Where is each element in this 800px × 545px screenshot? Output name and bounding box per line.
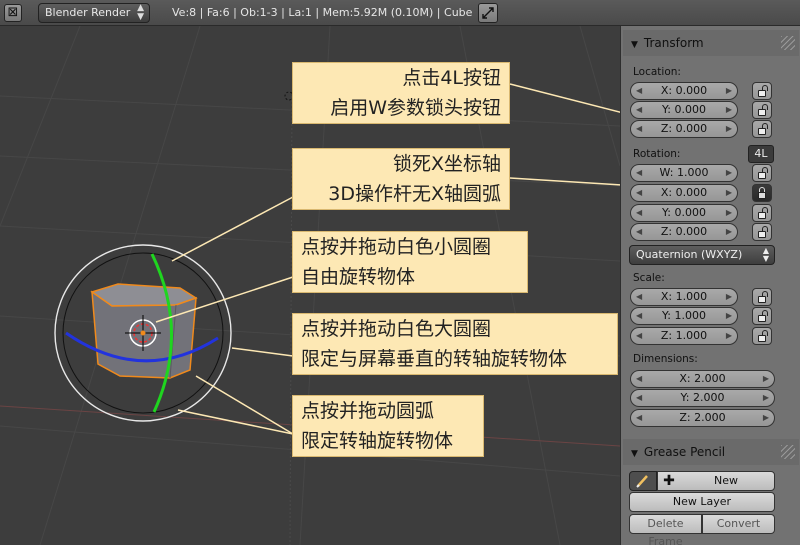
- panel-title: Grease Pencil: [643, 445, 726, 459]
- plus-icon: ✚: [663, 473, 675, 489]
- location-z-field[interactable]: ◀ Z: 0.000 ▶: [630, 120, 738, 138]
- scale-label: Scale:: [633, 272, 665, 284]
- drag-grip-icon[interactable]: [781, 445, 795, 459]
- lock-scale-z-icon[interactable]: [752, 327, 772, 345]
- dimensions-label: Dimensions:: [633, 353, 698, 365]
- location-y-field[interactable]: ◀ Y: 0.000 ▶: [630, 101, 738, 119]
- pencil-icon[interactable]: [629, 471, 657, 491]
- dimensions-x-field[interactable]: ◀ X: 2.000 ▶: [630, 370, 775, 388]
- callout-large-circle: 点按并拖动白色大圆圈 限定与屏幕垂直的转轴旋转物体: [292, 313, 618, 375]
- callout-leaders: [155, 196, 294, 435]
- lock-location-x-icon[interactable]: [752, 82, 772, 100]
- callout-small-circle: 点按并拖动白色小圆圈 自由旋转物体: [292, 231, 528, 293]
- scale-y-field[interactable]: ◀ Y: 1.000 ▶: [630, 307, 738, 325]
- transform-panel-header[interactable]: ▼ Transform: [623, 30, 799, 56]
- drag-grip-icon[interactable]: [781, 36, 795, 50]
- render-engine-select[interactable]: Blender Render ▲ ▼: [38, 3, 150, 23]
- callout-text: 点按并拖动白色大圆圈: [301, 318, 492, 340]
- scale-x-field[interactable]: ◀ X: 1.000 ▶: [630, 288, 738, 306]
- callout-text: 限定与屏幕垂直的转轴旋转物体: [301, 348, 568, 370]
- rotation-y-field[interactable]: ◀ Y: 0.000 ▶: [630, 204, 738, 222]
- callout-text: 3D操作杆无X轴圆弧: [328, 183, 501, 205]
- editor-type-icon[interactable]: ⊠: [4, 4, 22, 22]
- callout-text: 自由旋转物体: [301, 266, 416, 288]
- rotation-w-field[interactable]: ◀ W: 1.000 ▶: [630, 164, 738, 182]
- grease-pencil-panel-header[interactable]: ▼ Grease Pencil: [623, 439, 799, 465]
- location-label: Location:: [633, 66, 681, 78]
- panel-title: Transform: [643, 36, 704, 50]
- rotation-mode-select[interactable]: Quaternion (WXYZ) ▲ ▼: [629, 245, 775, 265]
- callout-text: 点击4L按钮: [402, 67, 501, 89]
- rotation-mode-label: Quaternion (WXYZ): [636, 248, 743, 261]
- callout-arc: 点按并拖动圆弧 限定转轴旋转物体: [292, 395, 484, 457]
- rotation-label: Rotation:: [633, 148, 681, 160]
- dimensions-z-field[interactable]: ◀ Z: 2.000 ▶: [630, 409, 775, 427]
- properties-panel: ▼ Transform Location: ◀ X: 0.000 ▶ ◀ Y: 0.00…: [620, 26, 800, 545]
- chevron-updown-icon: ▲ ▼: [762, 246, 769, 263]
- callout-text: 限定转轴旋转物体: [301, 430, 454, 452]
- dimensions-y-field[interactable]: ◀ Y: 2.000 ▶: [630, 389, 775, 407]
- lock-rotation-y-icon[interactable]: [752, 204, 772, 222]
- rotation-gizmo[interactable]: [54, 244, 232, 422]
- four-l-button[interactable]: 4L: [748, 145, 774, 163]
- lock-rotation-z-icon[interactable]: [752, 223, 772, 241]
- rotation-x-field[interactable]: ◀ X: 0.000 ▶: [630, 184, 738, 202]
- scale-z-field[interactable]: ◀ Z: 1.000 ▶: [630, 327, 738, 345]
- collapse-triangle-icon: ▼: [631, 449, 638, 459]
- lock-scale-y-icon[interactable]: [752, 307, 772, 325]
- 3d-viewport[interactable]: 点击4L按钮 启用W参数锁头按钮 锁死X坐标轴 3D操作杆无X轴圆弧 点按并拖动…: [0, 26, 620, 545]
- render-engine-label: Blender Render: [45, 6, 131, 19]
- callout-text: 锁死X坐标轴: [392, 153, 501, 175]
- lock-location-y-icon[interactable]: [752, 101, 772, 119]
- lock-rotation-x-icon[interactable]: [752, 184, 772, 202]
- callout-text: 点按并拖动圆弧: [301, 400, 435, 422]
- scene-stats: Ve:8 | Fa:6 | Ob:1-3 | La:1 | Mem:5.92M …: [172, 6, 473, 19]
- header-bar: ⊠ Blender Render ▲ ▼ Ve:8 | Fa:6 | Ob:1-3…: [0, 0, 800, 26]
- new-gp-button[interactable]: ✚ New: [657, 471, 775, 491]
- location-x-field[interactable]: ◀ X: 0.000 ▶: [630, 82, 738, 100]
- lock-rotation-w-icon[interactable]: [752, 164, 772, 182]
- new-layer-button[interactable]: New Layer: [629, 492, 775, 512]
- callout-text: 点按并拖动白色小圆圈: [301, 236, 492, 258]
- lock-location-z-icon[interactable]: [752, 120, 772, 138]
- callout-lock-x: 锁死X坐标轴 3D操作杆无X轴圆弧: [292, 148, 510, 210]
- delete-frame-button[interactable]: Delete Frame: [629, 514, 702, 545]
- convert-button[interactable]: Convert: [702, 514, 775, 534]
- callout-text: 启用W参数锁头按钮: [330, 97, 501, 119]
- rotation-z-field[interactable]: ◀ Z: 0.000 ▶: [630, 223, 738, 241]
- fullscreen-icon[interactable]: [478, 3, 498, 23]
- collapse-triangle-icon: ▼: [631, 40, 638, 50]
- lock-scale-x-icon[interactable]: [752, 288, 772, 306]
- chevron-updown-icon: ▲ ▼: [137, 3, 144, 22]
- callout-4l-button: 点击4L按钮 启用W参数锁头按钮: [292, 62, 510, 124]
